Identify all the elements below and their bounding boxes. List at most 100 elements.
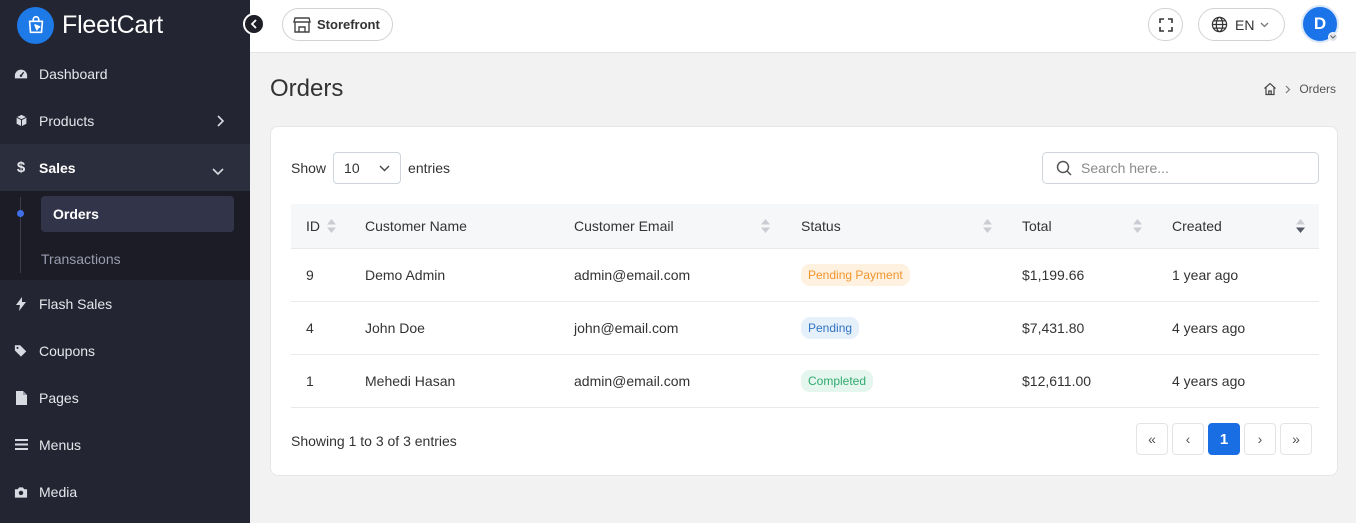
- sidebar-item-orders[interactable]: Orders: [41, 196, 234, 232]
- column-header-customer-name[interactable]: Customer Name: [350, 204, 559, 249]
- sidebar-item-label: Dashboard: [39, 65, 108, 82]
- entries-control: Show 10 entries: [291, 152, 450, 184]
- sidebar-item-label: Media: [39, 483, 78, 500]
- search-input[interactable]: [1081, 160, 1301, 176]
- sales-submenu: Orders Transactions: [0, 191, 250, 280]
- column-header-status[interactable]: Status: [786, 204, 1007, 249]
- dashboard-icon: [14, 67, 28, 81]
- dollar-icon: $: [16, 159, 26, 176]
- breadcrumb-current: Orders: [1299, 82, 1336, 96]
- cell-status: Completed: [786, 354, 1007, 408]
- sort-desc-icon: [1296, 219, 1305, 236]
- pagination-page-button[interactable]: 1: [1208, 423, 1240, 455]
- sidebar-item-label: Menus: [39, 436, 82, 453]
- entries-select[interactable]: 10: [333, 152, 402, 184]
- sort-icon: [983, 219, 992, 236]
- sidebar-nav-lower: Flash Sales Coupons Pages Menus Media: [0, 280, 250, 515]
- sidebar-item-label: Flash Sales: [39, 295, 113, 312]
- search-icon: [1056, 160, 1072, 176]
- topbar: Storefront EN D: [243, 0, 1356, 53]
- sidebar: FleetCart Dashboard Products $ Sales Ord…: [0, 0, 250, 523]
- sort-icon: [1133, 219, 1142, 236]
- status-badge: Completed: [801, 369, 874, 392]
- pagination-prev-button[interactable]: ‹: [1172, 423, 1204, 455]
- table-row[interactable]: 1 Mehedi Hasan admin@email.com Completed…: [291, 354, 1319, 408]
- submenu-active-dot: [17, 210, 24, 217]
- sidebar-item-pages[interactable]: Pages: [0, 374, 250, 421]
- cell-total: $7,431.80: [1007, 301, 1157, 355]
- column-header-id[interactable]: ID: [291, 204, 350, 249]
- entries-value: 10: [344, 160, 360, 176]
- table-info: Showing 1 to 3 of 3 entries: [291, 433, 457, 449]
- cell-id: 1: [291, 354, 350, 408]
- cell-customer-email: john@email.com: [559, 301, 786, 355]
- sidebar-nav: Dashboard Products $ Sales: [0, 50, 250, 191]
- chevron-down-icon: [379, 165, 390, 172]
- sidebar-item-menus[interactable]: Menus: [0, 421, 250, 468]
- table-row[interactable]: 9 Demo Admin admin@email.com Pending Pay…: [291, 248, 1319, 302]
- sidebar-item-sales[interactable]: $ Sales: [0, 144, 250, 191]
- cell-created: 4 years ago: [1157, 301, 1319, 355]
- cell-customer-name: Demo Admin: [350, 248, 559, 302]
- column-header-total[interactable]: Total: [1007, 204, 1157, 249]
- sidebar-item-media[interactable]: Media: [0, 468, 250, 515]
- sidebar-item-label: Pages: [39, 389, 79, 406]
- cell-status: Pending Payment: [786, 248, 1007, 302]
- cell-created: 4 years ago: [1157, 354, 1319, 408]
- column-header-customer-email[interactable]: Customer Email: [559, 204, 786, 249]
- file-icon: [14, 390, 28, 405]
- table-header-row: ID Customer Name Customer Email Status T…: [291, 204, 1319, 249]
- sidebar-collapse-button[interactable]: [243, 13, 265, 35]
- brand[interactable]: FleetCart: [0, 0, 250, 50]
- chevron-down-icon: [212, 163, 224, 179]
- home-icon[interactable]: [1263, 82, 1277, 96]
- expand-icon: [1158, 17, 1173, 32]
- cell-id: 4: [291, 301, 350, 355]
- cell-id: 9: [291, 248, 350, 302]
- storefront-button[interactable]: Storefront: [282, 8, 393, 41]
- bars-icon: [14, 438, 28, 452]
- chevron-left-icon: [250, 19, 258, 29]
- sidebar-item-coupons[interactable]: Coupons: [0, 327, 250, 374]
- avatar-initial: D: [1313, 14, 1327, 33]
- status-badge: Pending: [801, 316, 860, 339]
- chevron-down-icon: [1260, 22, 1269, 28]
- chevron-right-icon: [1285, 85, 1291, 94]
- camera-icon: [14, 485, 28, 499]
- sidebar-item-label: Transactions: [41, 251, 121, 267]
- submenu-track: [20, 197, 21, 273]
- avatar-caret-icon: [1328, 32, 1338, 42]
- sidebar-item-label: Coupons: [39, 342, 96, 359]
- cell-customer-email: admin@email.com: [559, 248, 786, 302]
- pagination-first-button[interactable]: «: [1136, 423, 1168, 455]
- cell-customer-email: admin@email.com: [559, 354, 786, 408]
- pagination-last-button[interactable]: »: [1280, 423, 1312, 455]
- sidebar-item-label: Orders: [53, 206, 99, 222]
- orders-table: ID Customer Name Customer Email Status T…: [291, 204, 1319, 408]
- language-dropdown[interactable]: EN: [1198, 8, 1285, 41]
- cell-customer-name: Mehedi Hasan: [350, 354, 559, 408]
- tags-icon: [14, 344, 28, 358]
- cell-status: Pending: [786, 301, 1007, 355]
- entries-label: entries: [408, 160, 451, 176]
- bolt-icon: [14, 296, 28, 311]
- sidebar-item-transactions[interactable]: Transactions: [41, 241, 234, 277]
- sidebar-item-flash-sales[interactable]: Flash Sales: [0, 280, 250, 327]
- column-header-created[interactable]: Created: [1157, 204, 1319, 249]
- pagination-next-button[interactable]: ›: [1244, 423, 1276, 455]
- page-title: Orders: [270, 75, 344, 102]
- sidebar-item-dashboard[interactable]: Dashboard: [0, 50, 250, 97]
- show-label: Show: [291, 160, 327, 176]
- chevron-right-icon: [216, 114, 225, 130]
- fullscreen-button[interactable]: [1148, 8, 1183, 41]
- pagination: « ‹ 1 › »: [1132, 423, 1312, 455]
- sidebar-item-products[interactable]: Products: [0, 97, 250, 144]
- sort-icon: [327, 219, 336, 236]
- status-badge: Pending Payment: [801, 263, 910, 286]
- sidebar-item-label: Sales: [39, 159, 76, 176]
- table-row[interactable]: 4 John Doe john@email.com Pending $7,431…: [291, 301, 1319, 355]
- shopping-bag-logo-icon: [17, 6, 54, 44]
- brand-name: FleetCart: [62, 10, 164, 39]
- sidebar-item-label: Products: [39, 112, 95, 129]
- store-icon: [293, 16, 311, 33]
